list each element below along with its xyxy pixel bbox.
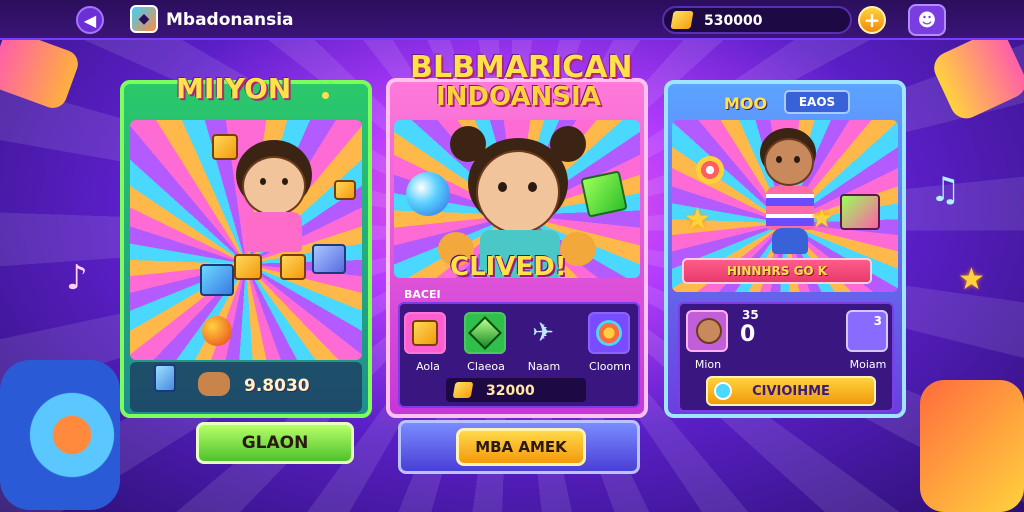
star-icon: ★	[810, 204, 834, 234]
character-icon: ☻	[917, 9, 937, 31]
panel-subtitle: INDOANSIA	[436, 82, 601, 112]
character-head	[242, 156, 306, 216]
coin-icon	[452, 382, 474, 398]
cube-icon	[412, 320, 438, 346]
panel-title: BLBMARICAN	[410, 50, 633, 85]
avatar-head	[696, 318, 722, 344]
add-coins-button[interactable]: +	[858, 6, 886, 34]
character-eye	[260, 178, 266, 185]
glaon-button[interactable]: GLAON	[196, 422, 354, 464]
mba-amek-button[interactable]: MBA AMEK	[456, 428, 586, 466]
character-eye	[498, 182, 507, 192]
panel-value: 9.8030	[244, 376, 310, 396]
character-eye	[794, 156, 800, 163]
app-title: Mbadonansia	[166, 10, 294, 30]
character-eye	[776, 156, 782, 163]
music-note-icon: ♪	[66, 258, 88, 298]
avatar-label: Mion	[694, 358, 722, 371]
panel-title: MOO	[724, 94, 768, 113]
app-icon: ◆	[130, 5, 158, 33]
cube-icon	[234, 254, 262, 280]
item-tile-aola[interactable]	[404, 312, 446, 354]
title-dot	[322, 92, 329, 99]
coin-balance: 530000	[662, 6, 852, 34]
count-value: 0	[740, 322, 756, 347]
section-label: BACEI	[404, 288, 441, 301]
gift-box-icon	[312, 244, 346, 274]
ring-icon	[714, 382, 732, 400]
sword-icon: ✈	[532, 318, 554, 348]
item-label: Cloomn	[589, 360, 631, 373]
character-eye	[282, 178, 288, 185]
pet-icon	[198, 372, 230, 396]
item-label: Aola	[416, 360, 440, 373]
gem-icon	[580, 170, 628, 218]
character-body	[246, 212, 302, 252]
cube-icon	[212, 134, 238, 160]
star-icon: ★	[684, 202, 711, 237]
item-label: Moiam	[849, 358, 887, 371]
plus-icon: +	[863, 8, 881, 32]
banner-label: CLIVED!	[450, 252, 567, 282]
panel-title: MIIYON	[176, 72, 292, 105]
coin-icon	[670, 11, 694, 29]
speaker-decor-bottom-right	[920, 380, 1024, 512]
star-icon: ★	[958, 262, 985, 297]
character-scene	[130, 120, 362, 360]
cylinder-decor-top-right	[928, 26, 1024, 124]
item-tile-naam[interactable]: ✈	[522, 312, 564, 354]
back-button[interactable]: ◀	[76, 6, 104, 34]
gift-box-icon	[200, 264, 234, 296]
music-note-icon: ♫	[930, 170, 961, 210]
coin-value: 530000	[704, 13, 763, 29]
cube-icon	[334, 180, 356, 200]
cost-value: 32000	[486, 383, 535, 399]
avatar[interactable]	[686, 310, 728, 352]
cylinder-decor-top-left	[0, 28, 82, 112]
gem-icon	[468, 316, 502, 350]
candy-icon	[696, 156, 724, 184]
item-tile-moiam[interactable]: 3	[846, 310, 888, 352]
character-body	[766, 186, 814, 230]
speaker-decor-bottom-left	[0, 360, 120, 510]
character-eye	[528, 182, 537, 192]
item-tile-claeoa[interactable]	[464, 312, 506, 354]
item-badge: 3	[873, 314, 882, 328]
character-head	[476, 150, 560, 234]
count-sub: 35	[742, 308, 759, 322]
panel-tag: EAOS	[784, 90, 850, 114]
shield-icon	[596, 320, 622, 346]
arrow-left-icon: ◀	[83, 10, 97, 30]
item-tile-cloomn[interactable]	[588, 312, 630, 354]
item-label: Claeoa	[467, 360, 505, 373]
gift-box-icon	[840, 194, 880, 230]
panel-banner: HINNHRS GO K	[682, 258, 872, 284]
bubble-icon	[406, 172, 450, 216]
cube-icon	[280, 254, 306, 280]
profile-button[interactable]: ☻	[908, 4, 946, 36]
gift-box-icon	[154, 364, 176, 392]
orb-icon	[202, 316, 232, 346]
item-label: Naam	[527, 360, 561, 373]
character-head	[764, 138, 814, 186]
character-legs	[772, 228, 808, 254]
